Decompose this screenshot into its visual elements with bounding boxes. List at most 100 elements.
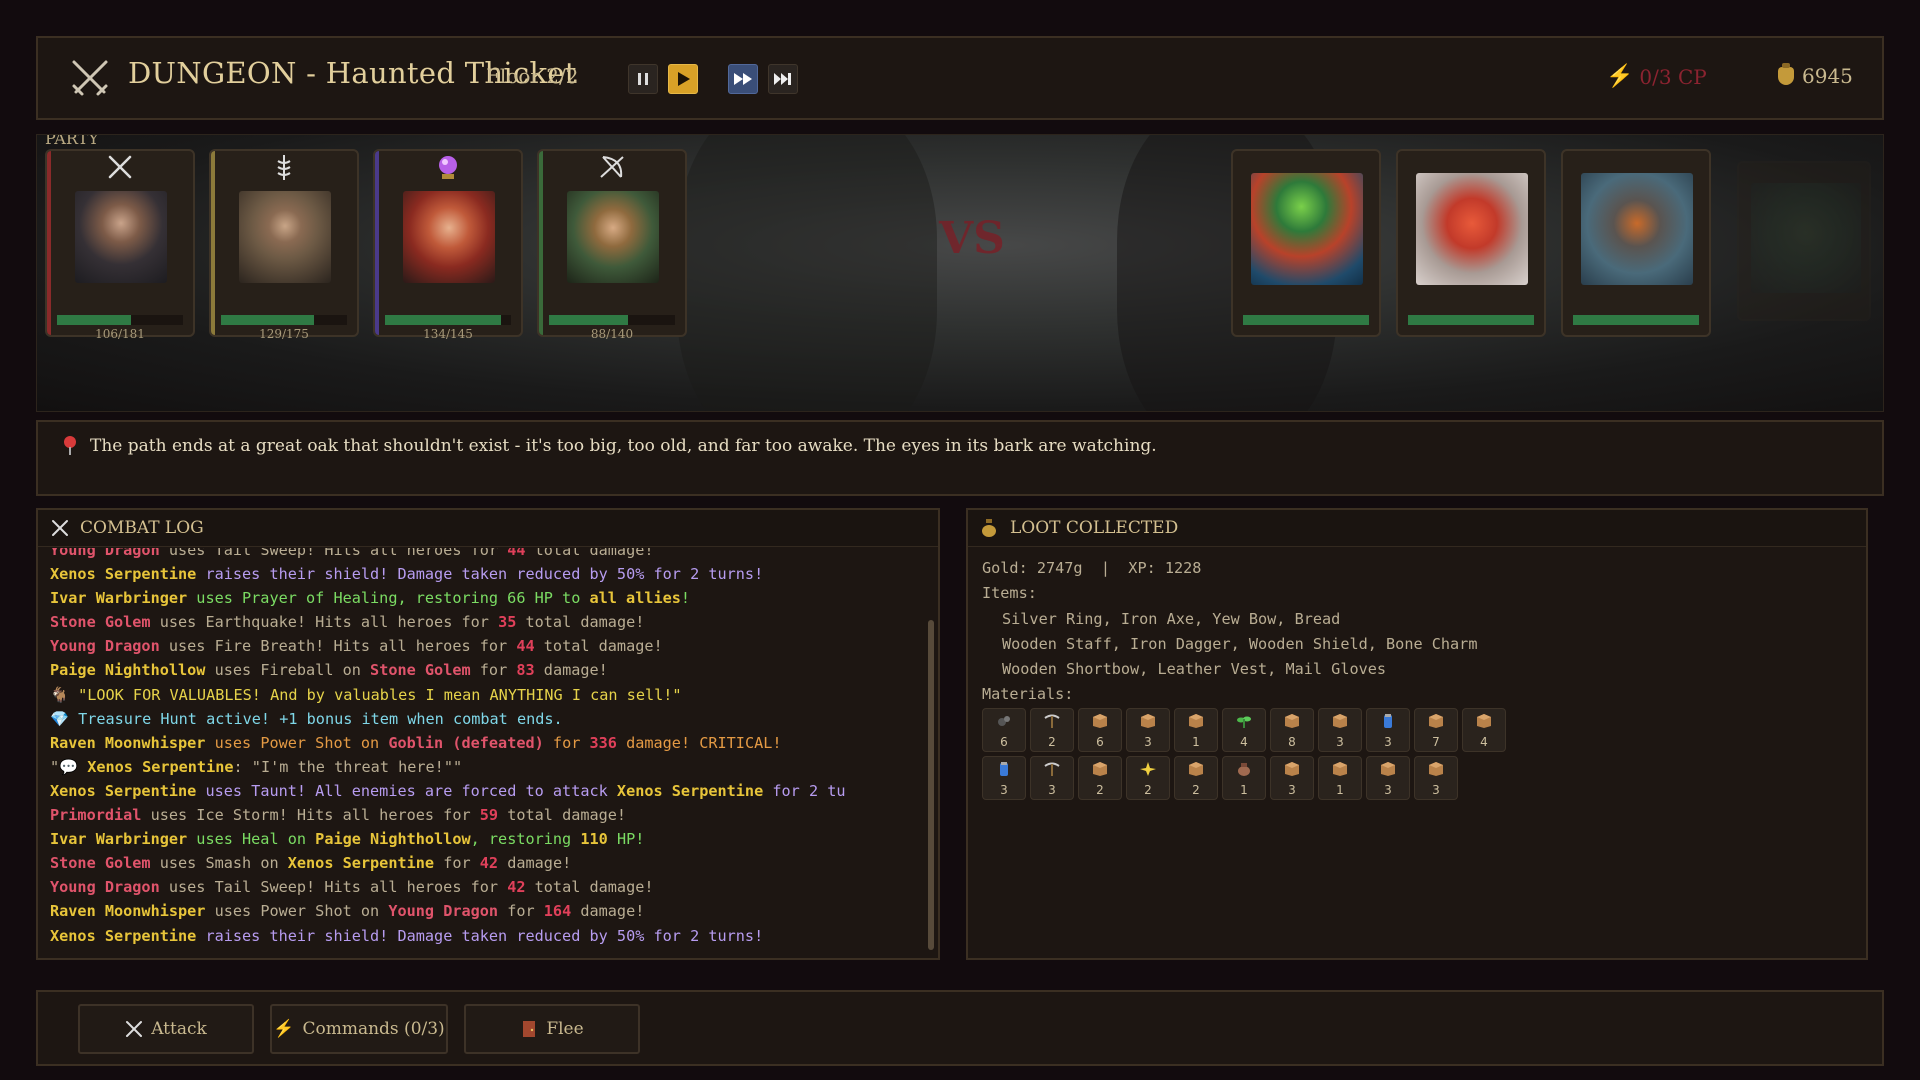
log-segment: uses Taunt! All enemies are forced to at…: [196, 781, 617, 800]
log-segment: HP!: [607, 830, 645, 849]
log-segment: total damage!: [525, 878, 654, 897]
floor-indicator: Floor 2/2: [486, 64, 579, 88]
material-slot[interactable]: 2: [1030, 708, 1074, 752]
attack-button[interactable]: Attack: [78, 1004, 254, 1054]
flee-button[interactable]: Flee: [464, 1004, 640, 1054]
log-segment: Ivar Warbringer: [50, 830, 188, 849]
material-slot[interactable]: 1: [1174, 708, 1218, 752]
crate-icon: [1331, 713, 1349, 729]
enemy-card-young-dragon[interactable]: [1396, 149, 1546, 337]
fast-forward-button[interactable]: [728, 64, 758, 94]
log-segment: Stone Golem: [50, 613, 151, 632]
log-segment: uses Earthquake! Hits all heroes for: [150, 613, 499, 632]
log-segment: 💎: [50, 709, 79, 728]
crossed-swords-icon: [47, 153, 193, 183]
material-slot[interactable]: 8: [1270, 708, 1314, 752]
material-slot[interactable]: 3: [1414, 756, 1458, 800]
materials-grid: 6 2 6 3 1 4 8 3 3 7 4 3 3 2 2 2 1 3 1 3 3: [982, 708, 1542, 800]
log-segment: uses Tail Sweep! Hits all heroes for: [159, 878, 508, 897]
hero-card[interactable]: 134/145: [373, 149, 523, 341]
enemy-card-stone-golem[interactable]: [1561, 149, 1711, 337]
door-icon: [523, 1021, 536, 1037]
crate-icon: [1427, 761, 1445, 777]
hero-card[interactable]: 88/140: [537, 149, 687, 341]
log-entry: Young Dragon uses Tail Sweep! Hits all h…: [50, 875, 920, 899]
hero-card[interactable]: 106/181: [45, 149, 195, 341]
material-slot[interactable]: 3: [1366, 756, 1410, 800]
material-slot[interactable]: 1: [1222, 756, 1266, 800]
log-entry: Raven Moonwhisper uses Power Shot on Gob…: [50, 731, 920, 755]
background-tree: [677, 135, 937, 411]
money-bag-icon: [1778, 63, 1794, 85]
hp-bar: [221, 315, 347, 325]
combat-log-title: COMBAT LOG: [80, 518, 204, 538]
crate-icon: [1379, 761, 1397, 777]
combat-log-list[interactable]: Young Dragon uses Tail Sweep! Hits all h…: [50, 548, 920, 950]
hero-portrait: [567, 191, 659, 283]
lightning-icon: ⚡: [273, 1019, 295, 1039]
log-segment: Stone Golem: [50, 854, 151, 873]
log-segment: Young Dragon: [50, 878, 160, 897]
material-slot[interactable]: 3: [1318, 708, 1362, 752]
material-count: 1: [1192, 735, 1200, 749]
crate-icon: [1283, 761, 1301, 777]
material-slot[interactable]: 2: [1078, 756, 1122, 800]
items-line: Wooden Staff, Iron Dagger, Wooden Shield…: [1002, 634, 1478, 653]
narrative-box: The path ends at a great oak that should…: [36, 420, 1884, 496]
log-segment: 336: [589, 733, 617, 752]
combat-log-scrollbar[interactable]: [928, 620, 934, 950]
material-slot[interactable]: 2: [1126, 756, 1170, 800]
hero-card[interactable]: 129/175: [209, 149, 359, 341]
material-count: 3: [1432, 783, 1440, 797]
material-slot[interactable]: 1: [1318, 756, 1362, 800]
log-entry: Ivar Warbringer uses Prayer of Healing, …: [50, 586, 920, 610]
loot-summary: Gold: 2747g | XP: 1228: [982, 559, 1202, 577]
pause-button[interactable]: [628, 64, 658, 94]
pause-icon: [638, 73, 648, 85]
material-count: 2: [1192, 783, 1200, 797]
material-slot[interactable]: 3: [1366, 708, 1410, 752]
crate-icon: [1283, 713, 1301, 729]
log-entry: Stone Golem uses Earthquake! Hits all he…: [50, 610, 920, 634]
material-count: 3: [1336, 735, 1344, 749]
log-segment: uses Power Shot on: [205, 733, 389, 752]
log-segment: Xenos Serpentine: [50, 781, 197, 800]
enemy-card-primordial[interactable]: [1231, 149, 1381, 337]
log-entry: Paige Nighthollow uses Fireball on Stone…: [50, 658, 920, 682]
material-slot[interactable]: 6: [1078, 708, 1122, 752]
log-segment: for: [470, 661, 517, 680]
log-segment: Xenos Serpentine: [50, 926, 197, 945]
enemy-hp-bar: [1573, 315, 1699, 325]
log-segment: 164: [543, 902, 572, 921]
play-button[interactable]: [668, 64, 698, 94]
items-label: Items:: [982, 584, 1037, 603]
material-slot[interactable]: 3: [1270, 756, 1314, 800]
material-count: 2: [1144, 783, 1152, 797]
vs-label: VS: [939, 213, 1005, 264]
log-segment: 83: [516, 661, 535, 680]
log-segment: total damage!: [525, 548, 654, 559]
material-slot[interactable]: 4: [1462, 708, 1506, 752]
material-slot[interactable]: 3: [982, 756, 1026, 800]
play-icon: [678, 72, 690, 86]
skip-button[interactable]: [768, 64, 798, 94]
crossed-swords-icon: [126, 1021, 143, 1037]
material-slot[interactable]: 4: [1222, 708, 1266, 752]
hp-bar: [57, 315, 183, 325]
top-bar: DUNGEON - Haunted Thicket Floor 2/2 ⚡ 0/…: [36, 36, 1884, 120]
log-entry: Ivar Warbringer uses Heal on Paige Night…: [50, 827, 920, 851]
material-slot[interactable]: 2: [1174, 756, 1218, 800]
log-entry: Primordial uses Ice Storm! Hits all hero…: [50, 803, 920, 827]
log-segment: "💬: [50, 757, 88, 776]
log-segment: : "I'm the threat here!"": [233, 757, 463, 776]
log-segment: !: [680, 589, 691, 608]
material-count: 8: [1288, 735, 1296, 749]
log-segment: 110: [580, 830, 608, 849]
material-slot[interactable]: 7: [1414, 708, 1458, 752]
log-segment: uses Heal on: [187, 830, 316, 849]
material-slot[interactable]: 6: [982, 708, 1026, 752]
material-slot[interactable]: 3: [1126, 708, 1170, 752]
commands-button[interactable]: ⚡ Commands (0/3): [270, 1004, 448, 1054]
material-slot[interactable]: 3: [1030, 756, 1074, 800]
material-count: 3: [1288, 783, 1296, 797]
